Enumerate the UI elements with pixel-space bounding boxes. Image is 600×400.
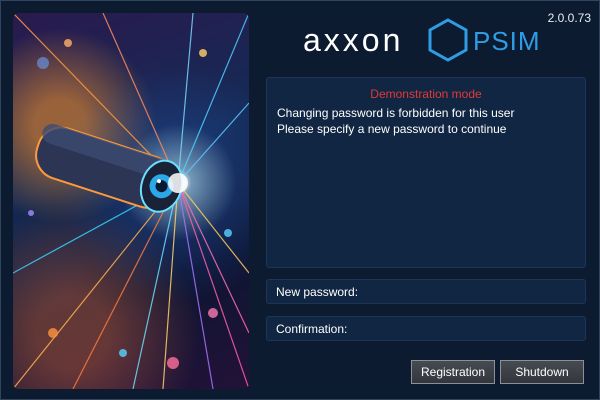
shutdown-button[interactable]: Shutdown bbox=[500, 360, 584, 384]
message-line: Changing password is forbidden for this … bbox=[277, 106, 515, 120]
registration-button[interactable]: Registration bbox=[411, 360, 495, 384]
new-password-field[interactable]: New password: bbox=[266, 279, 586, 304]
new-password-input[interactable] bbox=[359, 282, 583, 302]
security-camera-icon bbox=[13, 13, 249, 389]
confirmation-input[interactable] bbox=[359, 319, 583, 339]
login-window: 2.0.0.73 axxon PSIM Demonstration mode C… bbox=[0, 0, 600, 400]
logo-wordmark: axxon bbox=[303, 22, 404, 58]
message-panel: Demonstration mode Changing password is … bbox=[266, 77, 586, 268]
splash-image bbox=[13, 13, 249, 389]
app-logo: axxon PSIM bbox=[303, 18, 543, 62]
message-line: Please specify a new password to continu… bbox=[277, 122, 507, 136]
new-password-label: New password: bbox=[276, 285, 359, 299]
version-label: 2.0.0.73 bbox=[547, 11, 591, 25]
logo-product: PSIM bbox=[473, 26, 541, 56]
confirmation-field[interactable]: Confirmation: bbox=[266, 316, 586, 341]
confirmation-label: Confirmation: bbox=[276, 322, 348, 336]
demo-mode-title: Demonstration mode bbox=[370, 87, 482, 101]
hexagon-logo-icon bbox=[428, 18, 468, 62]
